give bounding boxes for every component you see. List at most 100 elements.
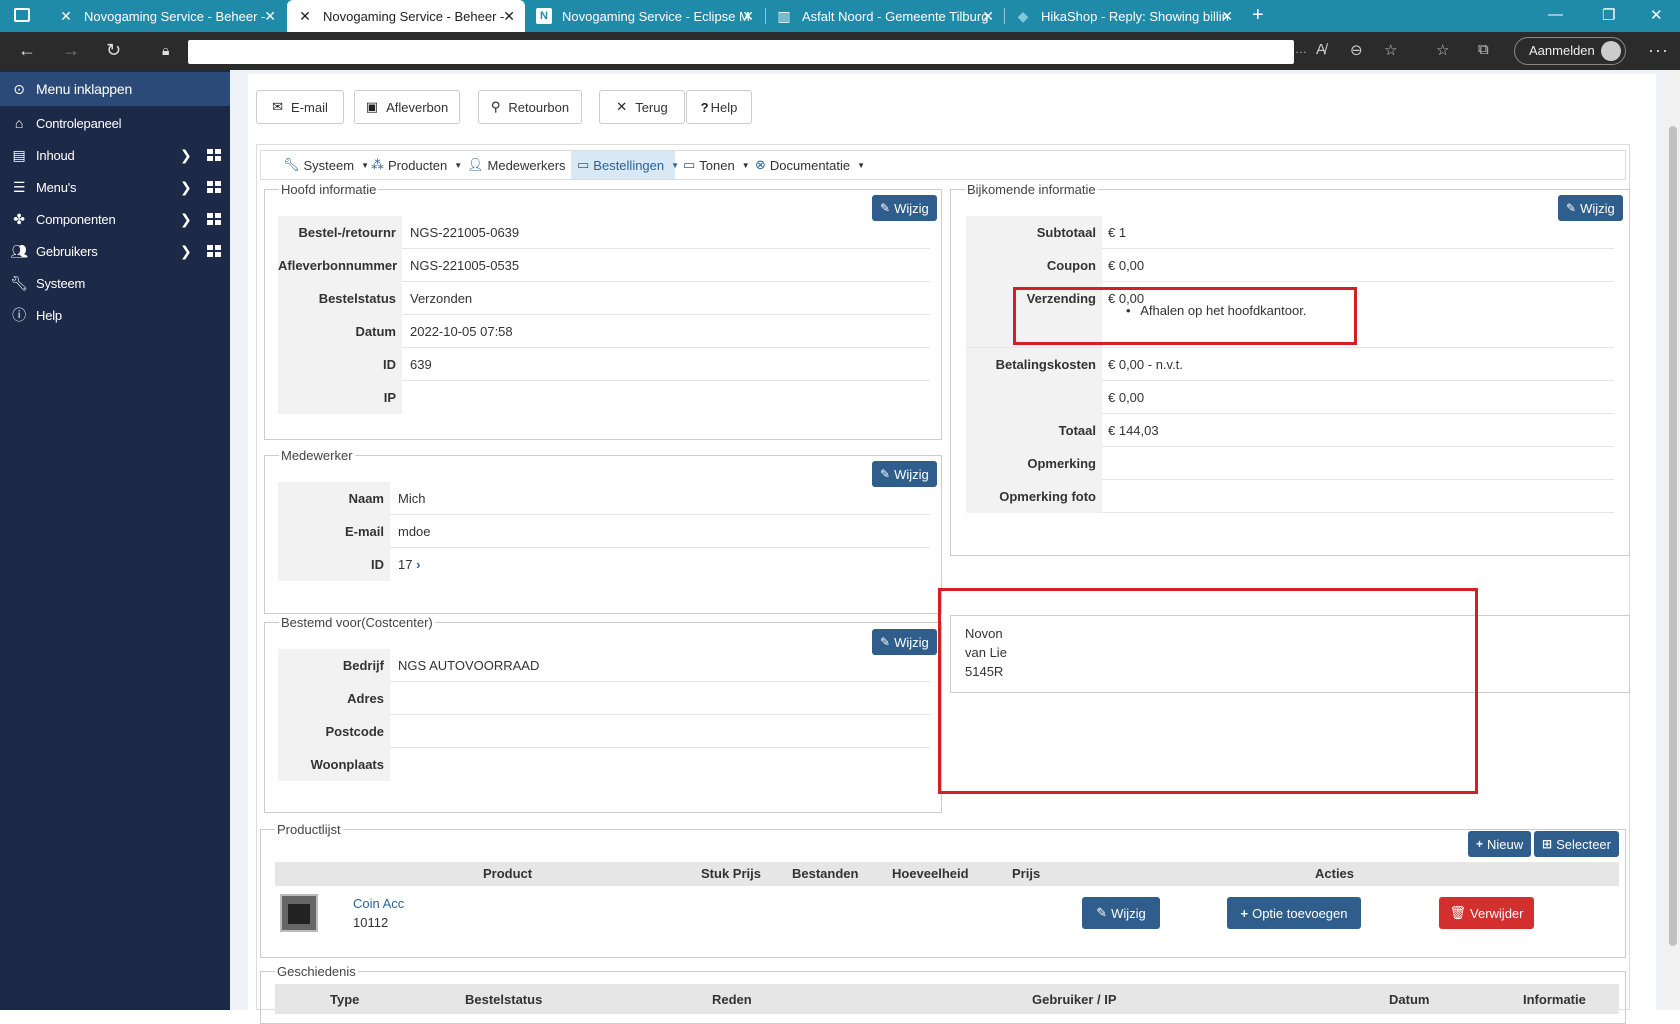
back-icon[interactable]: ←	[18, 40, 36, 61]
column-header: Prijs	[1012, 866, 1041, 881]
book-icon: ▣	[365, 99, 379, 114]
favorites-icon[interactable]: ☆	[1436, 41, 1449, 59]
dashboard-grid-icon[interactable]	[207, 245, 221, 257]
close-icon[interactable]: ✕	[982, 8, 994, 25]
user-id: 17	[398, 557, 413, 572]
url-input[interactable]	[188, 40, 1294, 64]
table-row: Afleverbonnummer NGS-221005-0535	[278, 249, 930, 282]
dashboard-grid-icon[interactable]	[207, 149, 221, 161]
sidebar-collapse[interactable]: ⊙ Menu inklappen	[0, 72, 230, 106]
menu-producten[interactable]: ⁂ Producten ▼	[371, 151, 462, 179]
close-icon[interactable]: ✕	[264, 8, 276, 25]
terug-button[interactable]: ✕ Terug	[599, 90, 685, 124]
button-label: Wijzig	[1111, 905, 1146, 921]
sidebar-item-menus[interactable]: ☰ Menu's ❯	[0, 172, 230, 202]
read-aloud-icon[interactable]: A̸	[1316, 41, 1326, 58]
scrollbar-thumb[interactable]	[1669, 126, 1677, 946]
button-label: Selecteer	[1556, 836, 1611, 852]
pencil-icon: ✎	[880, 635, 891, 649]
menu-label: Systeem	[303, 157, 355, 173]
window-close-icon[interactable]: ✕	[1650, 6, 1663, 24]
add-option-button[interactable]: + Optie toevoegen	[1227, 897, 1361, 929]
column-header: Type	[330, 992, 360, 1007]
envelope-icon: ✉	[272, 99, 284, 114]
new-tab-icon[interactable]: +	[1252, 4, 1264, 27]
row-key: Postcode	[278, 715, 390, 748]
table-row: Betalingskosten € 0,00 - n.v.t.	[966, 348, 1614, 381]
table-row: Totaal € 144,03	[966, 414, 1614, 447]
browser-tab-5[interactable]: ◆ HikaShop - Reply: Showing billin ✕	[1005, 0, 1243, 32]
tab-title: Novogaming Service - Beheer -	[323, 8, 505, 24]
menu-bestellingen[interactable]: ▭ Bestellingen ▼	[571, 151, 679, 179]
avatar	[1601, 41, 1621, 61]
sidebar-item-componenten[interactable]: ✤ Componenten ❯	[0, 204, 230, 234]
page-scrollbar[interactable]	[1666, 70, 1680, 1010]
sidebar-item-inhoud[interactable]: ▤ Inhoud ❯	[0, 140, 230, 170]
menu-tonen[interactable]: ▭ Tonen ▼	[683, 151, 750, 179]
collections-icon[interactable]: ⧉	[1478, 41, 1489, 58]
column-header: Bestelstatus	[465, 992, 543, 1007]
table-row: IP	[278, 381, 930, 414]
table-row: Postcode	[278, 715, 930, 748]
credit-card-icon: ▭	[577, 157, 590, 172]
row-key: ID	[278, 348, 402, 381]
sidebar-item-label: Help	[36, 307, 62, 323]
tab-actions-icon[interactable]	[14, 8, 30, 22]
email-button[interactable]: ✉ E-mail	[256, 90, 344, 124]
product-link[interactable]: Coin Acc	[353, 894, 404, 913]
close-icon[interactable]: ✕	[1221, 8, 1233, 25]
menu-label: Bestellingen	[593, 157, 665, 173]
row-key: Betalingskosten	[966, 348, 1102, 381]
product-thumbnail[interactable]	[280, 894, 318, 932]
browser-tab-1[interactable]: ✕ Novogaming Service - Beheer - ✕	[48, 0, 286, 32]
afleverbon-button[interactable]: ▣ Afleverbon	[354, 90, 460, 124]
menu-documentatie[interactable]: ⊗ Documentatie ▼	[755, 151, 865, 179]
hikashop-menu-bar: 🔧︎ Systeem▼ ⁂ Producten▼ 👤︎ Medewerkers▼…	[260, 150, 1626, 180]
button-label: Optie toevoegen	[1252, 905, 1348, 921]
delete-product-button[interactable]: 🗑︎ Verwijder	[1439, 897, 1534, 929]
table-row: Adres	[278, 682, 930, 715]
dashboard-grid-icon[interactable]	[207, 213, 221, 225]
column-header: Informatie	[1523, 992, 1586, 1007]
chevron-right-icon[interactable]: ›	[416, 557, 420, 572]
chevron-right-icon: ❯	[180, 242, 192, 259]
retourbon-button[interactable]: ⚲ Retourbon	[478, 90, 582, 124]
sidebar-item-gebruikers[interactable]: 👥︎ Gebruikers ❯	[0, 236, 230, 266]
row-key: Adres	[278, 682, 390, 715]
close-icon[interactable]: ✕	[503, 8, 515, 25]
row-key: Afleverbonnummer	[278, 249, 402, 282]
restore-icon[interactable]: ❐	[1602, 6, 1615, 24]
menu-medewerkers[interactable]: 👤︎ Medewerkers▼	[467, 151, 580, 179]
browser-tab-2[interactable]: ✕ Novogaming Service - Beheer - ✕	[287, 0, 525, 32]
n-logo-icon: N	[536, 8, 552, 24]
table-row: Bestel-/retournr NGS-221005-0639	[278, 216, 930, 249]
dashboard-grid-icon[interactable]	[207, 181, 221, 193]
menu-systeem[interactable]: 🔧︎ Systeem ▼	[283, 151, 369, 179]
button-label: Afleverbon	[386, 99, 449, 115]
minimize-icon[interactable]: —	[1548, 6, 1563, 23]
nieuw-button[interactable]: + Nieuw	[1468, 831, 1532, 857]
favorite-add-icon[interactable]: ☆	[1384, 41, 1397, 59]
row-value: NGS-221005-0639	[410, 225, 520, 240]
signin-button[interactable]: Aanmelden	[1514, 37, 1626, 65]
refresh-icon[interactable]: ↻	[106, 40, 121, 61]
close-icon[interactable]: ✕	[742, 8, 754, 25]
browser-tab-3[interactable]: N Novogaming Service - Eclipse M ✕	[526, 0, 764, 32]
table-row: ID 639	[278, 348, 930, 381]
table-row: Subtotaal € 1	[966, 216, 1614, 249]
browser-tab-4[interactable]: ▥ Asfalt Noord - Gemeente Tilburg ✕	[766, 0, 1004, 32]
row-key: Bestel-/retournr	[278, 216, 402, 249]
plus-icon: +	[1476, 837, 1484, 851]
pencil-icon: ✎	[1096, 905, 1108, 920]
sidebar-item-help[interactable]: ⓘ Help	[0, 300, 230, 330]
more-icon[interactable]: ···	[1648, 40, 1669, 61]
edit-product-button[interactable]: ✎ Wijzig	[1082, 897, 1160, 929]
menu-label: Producten	[388, 157, 448, 173]
selecteer-button[interactable]: ⊞ Selecteer	[1534, 831, 1619, 857]
help-button[interactable]: ? Help	[686, 90, 752, 124]
forward-icon[interactable]: →	[62, 40, 80, 61]
sidebar-item-systeem[interactable]: 🔧︎ Systeem	[0, 268, 230, 298]
browser-tab-bar: ✕ Novogaming Service - Beheer - ✕ ✕ Novo…	[0, 0, 1680, 32]
zoom-icon[interactable]: ⊖	[1350, 41, 1363, 59]
sidebar-item-controlepaneel[interactable]: ⌂ Controlepaneel	[0, 108, 230, 138]
